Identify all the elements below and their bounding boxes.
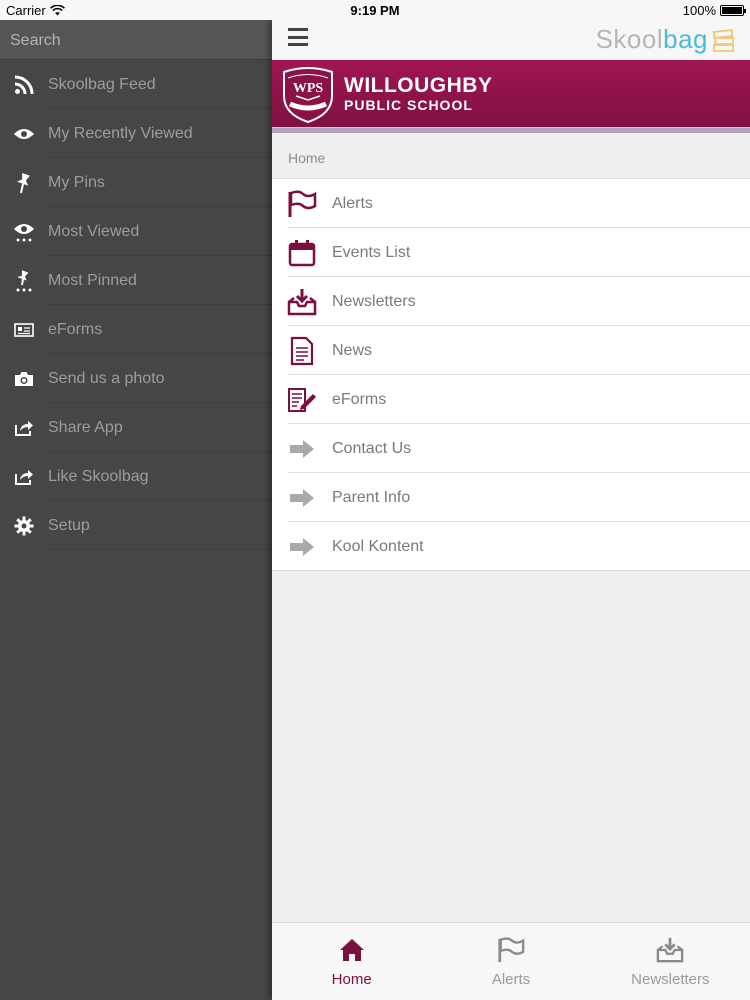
- share-icon: [0, 419, 48, 437]
- home-menu-list: Alerts Events List Newsletters News eFor…: [272, 179, 750, 571]
- sidebar-item-label: My Recently Viewed: [48, 124, 193, 142]
- school-crest-logo: WPS: [283, 67, 333, 124]
- sidebar-item-my-pins[interactable]: My Pins: [0, 158, 272, 207]
- form-pencil-icon: [272, 386, 332, 414]
- sidebar-item-label: Like Skoolbag: [48, 467, 149, 485]
- tab-home[interactable]: Home: [272, 923, 431, 1000]
- eye-dots-icon: [0, 222, 48, 242]
- share-icon: [0, 468, 48, 486]
- battery-percent: 100%: [682, 3, 716, 18]
- home-icon: [339, 935, 365, 965]
- skoolbag-logo: Skoolbag: [595, 24, 708, 54]
- sidebar-item-send-photo[interactable]: Send us a photo: [0, 354, 272, 403]
- menu-item-label: Events List: [332, 243, 411, 261]
- breadcrumb: Home: [272, 133, 750, 179]
- menu-item-label: eForms: [332, 390, 387, 408]
- bottom-tab-bar: Home Alerts Newsletters: [272, 922, 750, 1000]
- sidebar-item-label: Skoolbag Feed: [48, 75, 156, 93]
- id-card-icon: [0, 322, 48, 337]
- tab-newsletters[interactable]: Newsletters: [591, 923, 750, 1000]
- inbox-download-icon: [656, 935, 684, 965]
- menu-item-parent-info[interactable]: Parent Info: [272, 473, 750, 522]
- sidebar-item-label: Most Viewed: [48, 222, 140, 240]
- menu-item-label: Newsletters: [332, 292, 416, 310]
- books-icon: [712, 29, 734, 52]
- menu-item-contact-us[interactable]: Contact Us: [272, 424, 750, 473]
- battery-icon: [720, 5, 746, 16]
- tab-alerts[interactable]: Alerts: [431, 923, 590, 1000]
- menu-item-kool-kontent[interactable]: Kool Kontent: [272, 522, 750, 571]
- menu-item-label: Alerts: [332, 194, 373, 212]
- battery-info: 100%: [682, 3, 746, 18]
- sidebar-item-recently-viewed[interactable]: My Recently Viewed: [0, 109, 272, 158]
- status-bar: Carrier 9:19 PM 100%: [0, 0, 750, 20]
- sidebar-item-label: My Pins: [48, 173, 105, 191]
- menu-item-events-list[interactable]: Events List: [272, 228, 750, 277]
- sidebar-item-setup[interactable]: Setup: [0, 501, 272, 550]
- sidebar-item-label: eForms: [48, 320, 103, 338]
- crest-text: WPS: [293, 81, 324, 96]
- school-name-line1: WILLOUGHBY: [344, 74, 493, 97]
- sidebar-menu: Search Skoolbag Feed My Recently Viewed …: [0, 20, 272, 1000]
- main-panel: Skoolbag WPS WILLOUGHBY PUBLIC SCHOOL Ho…: [272, 20, 750, 1000]
- sidebar-item-skoolbag-feed[interactable]: Skoolbag Feed: [0, 60, 272, 109]
- tab-label: Alerts: [491, 971, 531, 988]
- sidebar-item-label: Share App: [48, 418, 123, 436]
- calendar-icon: [272, 239, 332, 267]
- eye-icon: [0, 127, 48, 141]
- sidebar-item-eforms[interactable]: eForms: [0, 305, 272, 354]
- menu-item-label: Parent Info: [332, 488, 411, 506]
- menu-item-newsletters[interactable]: Newsletters: [272, 277, 750, 326]
- flag-icon: [272, 189, 332, 218]
- tab-label: Newsletters: [631, 971, 710, 988]
- sidebar-item-label: Setup: [48, 516, 90, 534]
- school-name: WILLOUGHBY PUBLIC SCHOOL: [344, 74, 493, 114]
- status-time: 9:19 PM: [350, 3, 400, 18]
- sidebar-item-like-skoolbag[interactable]: Like Skoolbag: [0, 452, 272, 501]
- sidebar-item-most-viewed[interactable]: Most Viewed: [0, 207, 272, 256]
- tab-label: Home: [331, 971, 372, 988]
- arrow-right-icon: [272, 537, 332, 557]
- sidebar-item-label: Send us a photo: [48, 369, 165, 387]
- menu-item-alerts[interactable]: Alerts: [272, 179, 750, 228]
- sidebar-search-input[interactable]: Search: [0, 20, 272, 60]
- gear-icon: [0, 516, 48, 536]
- menu-item-label: Contact Us: [332, 439, 412, 457]
- document-icon: [272, 336, 332, 366]
- menu-item-label: Kool Kontent: [332, 537, 424, 555]
- top-bar: Skoolbag: [272, 20, 750, 60]
- sidebar-item-label: Most Pinned: [48, 271, 137, 289]
- arrow-right-icon: [272, 439, 332, 459]
- menu-item-news[interactable]: News: [272, 326, 750, 375]
- menu-item-eforms[interactable]: eForms: [272, 375, 750, 424]
- sidebar-item-most-pinned[interactable]: Most Pinned: [0, 256, 272, 305]
- arrow-right-icon: [272, 488, 332, 508]
- sidebar-item-share-app[interactable]: Share App: [0, 403, 272, 452]
- camera-icon: [0, 371, 48, 387]
- pin-dots-icon: [0, 269, 48, 292]
- school-banner: WPS WILLOUGHBY PUBLIC SCHOOL: [272, 60, 750, 133]
- school-name-line2: PUBLIC SCHOOL: [344, 97, 473, 113]
- hamburger-menu-icon[interactable]: [288, 28, 308, 46]
- inbox-download-icon: [272, 288, 332, 316]
- rss-icon: [0, 75, 48, 95]
- pin-icon: [0, 172, 48, 194]
- menu-item-label: News: [332, 341, 373, 359]
- flag-icon: [497, 935, 525, 965]
